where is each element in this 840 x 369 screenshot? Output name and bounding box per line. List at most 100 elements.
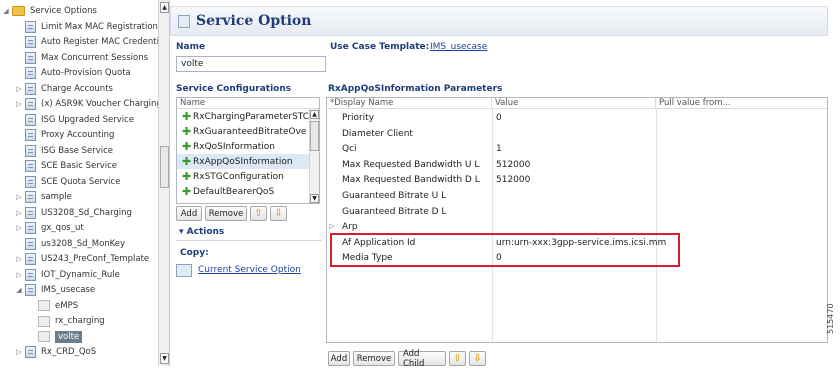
copy-service-icon	[176, 264, 192, 277]
tree-item[interactable]: ISG Base Service	[15, 143, 113, 159]
param-row[interactable]: Max Requested Bandwidth U L 512000	[327, 158, 827, 173]
tree-item-label: rx_charging	[55, 316, 105, 326]
service-configuration-label: RxChargingParameterSTC	[193, 111, 310, 122]
document-icon	[25, 206, 36, 219]
document-icon	[25, 160, 36, 172]
scroll-up-icon[interactable]: ▲	[310, 110, 319, 119]
name-input[interactable]	[176, 56, 326, 72]
service-configuration-label: RxQoSInformation	[193, 141, 275, 152]
tree-item-label: (x) ASR9K Voucher Charging	[41, 99, 162, 109]
expand-arrow-icon[interactable]: ▷	[15, 85, 23, 93]
expand-arrow-icon[interactable]: ▷	[15, 348, 23, 356]
tree-item[interactable]: ◢ IMS_usecase	[15, 282, 95, 298]
service-configuration-item[interactable]: ✚ RxGuaranteedBitrateOve	[177, 124, 319, 139]
tree-item[interactable]: eMPS	[28, 298, 78, 314]
folder-icon	[12, 6, 25, 16]
move-up-icon[interactable]: ⇧	[250, 206, 267, 221]
tree-item[interactable]: Auto Register MAC Credentia	[15, 34, 164, 50]
param-value[interactable]: 512000	[496, 160, 530, 170]
document-icon	[25, 67, 36, 79]
tree-item-label: US3208_Sd_Charging	[41, 207, 132, 218]
tree-item[interactable]: rx_charging	[28, 313, 105, 329]
param-name: Diameter Client	[342, 128, 413, 139]
tree-item[interactable]: volte	[28, 329, 83, 345]
tree-item[interactable]: ISG Upgraded Service	[15, 112, 134, 128]
use-case-template-link[interactable]: IMS_usecase	[430, 42, 487, 52]
service-configuration-item[interactable]: ✚ RxQoSInformation	[177, 139, 319, 154]
param-value[interactable]: 0	[496, 113, 502, 123]
document-icon	[25, 346, 36, 358]
tree-item[interactable]: ▷ (x) ASR9K Voucher Charging	[15, 96, 162, 112]
document-icon	[25, 98, 36, 110]
document-icon	[25, 113, 36, 126]
plus-icon: ✚	[182, 170, 192, 183]
tree-item-label: Proxy Accounting	[41, 130, 115, 140]
document-icon	[25, 82, 36, 95]
tree-item[interactable]: ▷ US3208_Sd_Charging	[15, 205, 132, 221]
expand-arrow-icon[interactable]: ◢	[15, 286, 23, 294]
document-icon	[25, 51, 36, 64]
params-add-button[interactable]: Add	[328, 351, 350, 366]
params-remove-button[interactable]: Remove	[353, 351, 395, 366]
expand-arrow-icon[interactable]: ▷	[329, 222, 334, 230]
tree-item[interactable]: SCE Quota Service	[15, 174, 120, 190]
plus-icon: ✚	[182, 140, 192, 153]
tree-scrollbar[interactable]: ▲ ▼	[158, 0, 169, 366]
use-case-template-label: Use Case Template:	[330, 42, 430, 52]
tree-item-label: IOT_Dynamic_Rule	[41, 269, 120, 280]
expand-arrow-icon[interactable]: ▷	[15, 271, 23, 279]
tree-item[interactable]: ▷ Charge Accounts	[15, 81, 113, 97]
param-row[interactable]: Guaranteed Bitrate D L	[327, 205, 827, 220]
document-icon	[25, 144, 36, 157]
param-move-up-icon[interactable]: ⇧	[449, 351, 466, 366]
scroll-thumb[interactable]	[160, 146, 169, 188]
param-row[interactable]: Qci 1	[327, 142, 827, 157]
param-value[interactable]: 512000	[496, 175, 530, 185]
expand-arrow-icon[interactable]: ▷	[15, 100, 23, 108]
param-row[interactable]: Diameter Client	[327, 127, 827, 142]
display-name-column-header: *Display Name	[327, 98, 492, 109]
service-configuration-item[interactable]: ✚ RxChargingParameterSTC	[177, 109, 319, 124]
tree-item[interactable]: ▷ sample	[15, 189, 72, 205]
document-icon	[25, 175, 36, 188]
tree-item-label: SCE Basic Service	[41, 161, 118, 171]
current-service-option-link[interactable]: Current Service Option	[198, 265, 301, 275]
param-row[interactable]: Priority 0	[327, 111, 827, 126]
move-down-icon[interactable]: ⇩	[270, 206, 287, 221]
param-move-down-icon[interactable]: ⇩	[469, 351, 486, 366]
params-add-child-button[interactable]: Add Child	[398, 349, 446, 369]
actions-header[interactable]: ▾ Actions	[176, 227, 322, 241]
tree-item[interactable]: Auto-Provision Quota	[15, 65, 131, 81]
param-value[interactable]: 1	[496, 144, 502, 154]
service-configuration-item[interactable]: ✚ RxAppQoSInformation	[177, 154, 319, 169]
expand-arrow-icon[interactable]: ▷	[15, 255, 23, 263]
tree-item[interactable]: Max Concurrent Sessions	[15, 50, 148, 66]
param-row[interactable]: Max Requested Bandwidth D L 512000	[327, 173, 827, 188]
expand-arrow-icon[interactable]: ◢	[2, 7, 10, 15]
expand-arrow-icon[interactable]: ▷	[15, 224, 23, 232]
scroll-thumb[interactable]	[310, 121, 319, 151]
scroll-down-icon[interactable]: ▼	[310, 194, 319, 203]
tree-item[interactable]: ▷ gx_qos_ut	[15, 220, 84, 236]
service-configuration-label: RxSTGConfiguration	[193, 171, 284, 182]
service-configuration-item[interactable]: ✚ RxSTGConfiguration	[177, 169, 319, 184]
expand-arrow-icon[interactable]: ▷	[15, 193, 23, 201]
tree-item-label: Max Concurrent Sessions	[41, 52, 149, 63]
list-scrollbar[interactable]: ▲ ▼	[309, 109, 319, 203]
tree-item[interactable]: Proxy Accounting	[15, 127, 114, 143]
sc-add-button[interactable]: Add	[176, 206, 202, 221]
tree-item[interactable]: ◢ Service Options	[2, 3, 97, 19]
tree-item[interactable]: SCE Basic Service	[15, 158, 117, 174]
tree-item[interactable]: ▷ IOT_Dynamic_Rule	[15, 267, 120, 283]
tree-item[interactable]: us3208_Sd_MonKey	[15, 236, 125, 252]
tree-item[interactable]: ▷ Rx_CRD_QoS	[15, 344, 96, 360]
tree-item[interactable]: ▷ US243_PreConf_Template	[15, 251, 149, 267]
document-icon	[25, 237, 36, 250]
tree-item[interactable]: Limit Max MAC Registrations	[15, 19, 162, 35]
param-row[interactable]: Guaranteed Bitrate U L	[327, 189, 827, 204]
scroll-down-icon[interactable]: ▼	[160, 353, 169, 364]
scroll-up-icon[interactable]: ▲	[160, 2, 169, 13]
service-configuration-item[interactable]: ✚ DefaultBearerQoS	[177, 184, 319, 199]
expand-arrow-icon[interactable]: ▷	[15, 209, 23, 217]
sc-remove-button[interactable]: Remove	[205, 206, 247, 221]
